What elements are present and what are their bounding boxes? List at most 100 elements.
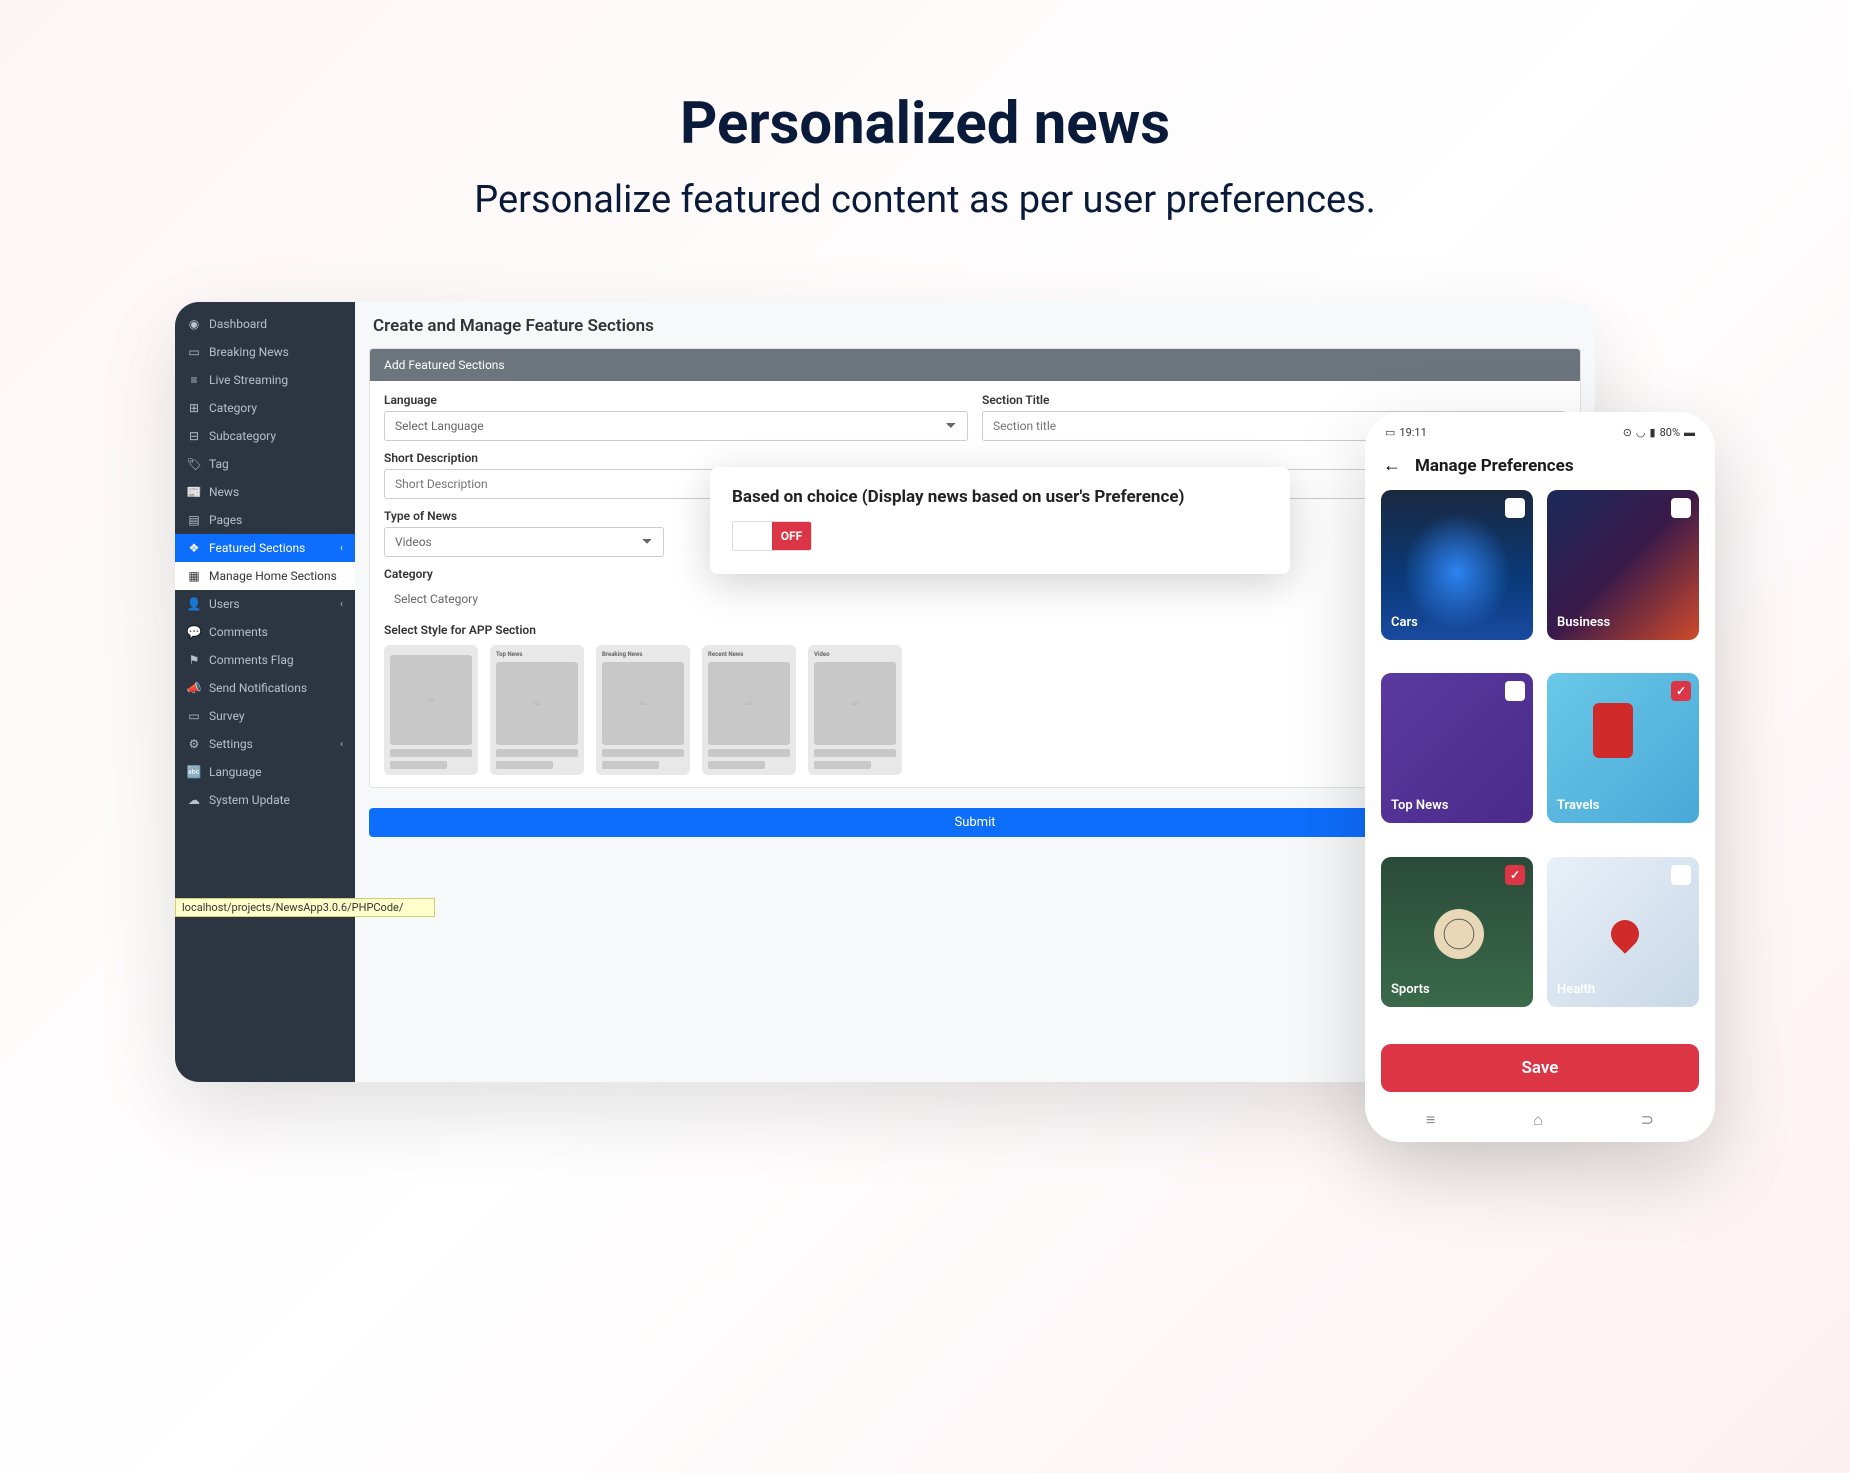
status-bar: ▭19:11 ⊙ ◡ ▮ 80% ▬ bbox=[1377, 426, 1703, 447]
style-option-2[interactable]: Breaking News▭ bbox=[596, 645, 690, 775]
hero-section: Personalized news Personalize featured c… bbox=[0, 0, 1850, 272]
sidebar-icon: ◉ bbox=[187, 317, 201, 331]
sidebar-item-settings[interactable]: ⚙ Settings ‹ bbox=[175, 730, 355, 758]
sidebar-item-label: News bbox=[209, 485, 239, 499]
sidebar-icon: ⚙ bbox=[187, 737, 201, 751]
sidebar-item-label: Comments bbox=[209, 625, 268, 639]
sidebar-item-label: Breaking News bbox=[209, 345, 289, 359]
sidebar-item-label: Survey bbox=[209, 709, 245, 723]
nav-menu-icon[interactable]: ≡ bbox=[1426, 1110, 1435, 1130]
sidebar-item-live-streaming[interactable]: ≡ Live Streaming bbox=[175, 366, 355, 394]
chevron-icon: ‹ bbox=[340, 739, 343, 750]
section-title-label: Section Title bbox=[982, 393, 1566, 407]
tile-checkbox[interactable] bbox=[1505, 498, 1525, 518]
phone-title: Manage Preferences bbox=[1415, 456, 1574, 476]
tile-checkbox[interactable] bbox=[1505, 681, 1525, 701]
wifi-icon: ◡ bbox=[1636, 426, 1646, 439]
sidebar-item-label: Users bbox=[209, 597, 240, 611]
sidebar-item-category[interactable]: ⊞Category bbox=[175, 394, 355, 422]
sidebar-item-label: Pages bbox=[209, 513, 242, 527]
signal-icon: ▮ bbox=[1650, 426, 1656, 439]
tile-label: Business bbox=[1557, 615, 1610, 630]
language-label: Language bbox=[384, 393, 968, 407]
sidebar-item-survey[interactable]: ▭Survey bbox=[175, 702, 355, 730]
tile-label: Sports bbox=[1391, 982, 1430, 997]
sidebar-icon: ☁ bbox=[187, 793, 201, 807]
sidebar-item-manage-home-sections[interactable]: ▦ Manage Home Sections bbox=[175, 562, 355, 590]
sidebar-icon: ▤ bbox=[187, 513, 201, 527]
tile-checkbox[interactable]: ✓ bbox=[1671, 681, 1691, 701]
sidebar-item-send-notifications[interactable]: 📣Send Notifications bbox=[175, 674, 355, 702]
sidebar-icon: ⚑ bbox=[187, 653, 201, 667]
style-option-4[interactable]: Video▭ bbox=[808, 645, 902, 775]
language-select[interactable]: Select Language bbox=[384, 411, 968, 441]
pref-tile-sports[interactable]: ✓ Sports bbox=[1381, 857, 1533, 1007]
sidebar-item-label: Manage Home Sections bbox=[209, 569, 337, 583]
sidebar-item-news[interactable]: 📰 News bbox=[175, 478, 355, 506]
type-select[interactable]: Videos bbox=[384, 527, 664, 557]
save-button[interactable]: Save bbox=[1381, 1044, 1699, 1092]
phone-mockup: ▭19:11 ⊙ ◡ ▮ 80% ▬ ← Manage Preferences … bbox=[1365, 412, 1715, 1142]
sidebar-icon: 👤 bbox=[187, 597, 201, 611]
nav-back-icon[interactable]: ⊃ bbox=[1641, 1110, 1654, 1130]
url-preview: localhost/projects/NewsApp3.0.6/PHPCode/ bbox=[175, 898, 435, 917]
sidebar-item-breaking-news[interactable]: ▭Breaking News bbox=[175, 338, 355, 366]
tile-label: Top News bbox=[1391, 798, 1448, 813]
sidebar-item-tag[interactable]: 🏷Tag bbox=[175, 450, 355, 478]
sidebar-item-label: Subcategory bbox=[209, 429, 276, 443]
sidebar-item-comments-flag[interactable]: ⚑ Comments Flag bbox=[175, 646, 355, 674]
sidebar-item-subcategory[interactable]: ⊟ Subcategory bbox=[175, 422, 355, 450]
sidebar-item-dashboard[interactable]: ◉Dashboard bbox=[175, 310, 355, 338]
status-right: ⊙ ◡ ▮ 80% ▬ bbox=[1623, 426, 1695, 439]
tile-label: Travels bbox=[1557, 798, 1599, 813]
sidebar-item-pages[interactable]: ▤ Pages bbox=[175, 506, 355, 534]
toggle-off-label: OFF bbox=[772, 522, 811, 550]
pref-tile-health[interactable]: Health bbox=[1547, 857, 1699, 1007]
sidebar-icon: 💬 bbox=[187, 625, 201, 639]
tile-checkbox[interactable] bbox=[1671, 865, 1691, 885]
sidebar-icon: ⊟ bbox=[187, 429, 201, 443]
page-title: Create and Manage Feature Sections bbox=[355, 302, 1595, 348]
sidebar-icon: ≡ bbox=[187, 373, 201, 387]
pref-tile-top-news[interactable]: Top News bbox=[1381, 673, 1533, 823]
sidebar-icon: ▦ bbox=[187, 569, 201, 583]
sidebar-item-label: Send Notifications bbox=[209, 681, 307, 695]
pref-tile-cars[interactable]: Cars bbox=[1381, 490, 1533, 640]
alarm-icon: ⊙ bbox=[1623, 426, 1632, 439]
tile-checkbox[interactable] bbox=[1671, 498, 1691, 518]
sidebar-item-system-update[interactable]: ☁ System Update bbox=[175, 786, 355, 814]
sidebar-item-label: System Update bbox=[209, 793, 290, 807]
tile-label: Cars bbox=[1391, 615, 1418, 630]
style-option-3[interactable]: Recent News▭ bbox=[702, 645, 796, 775]
sidebar-item-comments[interactable]: 💬 Comments bbox=[175, 618, 355, 646]
pref-tile-business[interactable]: Business bbox=[1547, 490, 1699, 640]
hero-subtitle: Personalize featured content as per user… bbox=[0, 178, 1850, 222]
chevron-icon: ‹ bbox=[340, 543, 343, 554]
sidebar-item-label: Featured Sections bbox=[209, 541, 305, 555]
card-header: Add Featured Sections bbox=[370, 349, 1580, 381]
nav-home-icon[interactable]: ⌂ bbox=[1533, 1110, 1543, 1130]
sidebar-item-label: Comments Flag bbox=[209, 653, 294, 667]
sidebar-item-label: Language bbox=[209, 765, 262, 779]
sidebar-item-featured-sections[interactable]: ❖ Featured Sections ‹ bbox=[175, 534, 355, 562]
preference-toggle[interactable]: OFF bbox=[732, 521, 812, 551]
phone-nav: ≡ ⌂ ⊃ bbox=[1377, 1100, 1703, 1132]
sidebar-item-label: Live Streaming bbox=[209, 373, 288, 387]
style-option-0[interactable]: ▭ bbox=[384, 645, 478, 775]
sidebar-icon: 🔤 bbox=[187, 765, 201, 779]
sidebar-item-label: Settings bbox=[209, 737, 253, 751]
chevron-icon: ‹ bbox=[340, 599, 343, 610]
preference-grid: Cars Business Top News ✓ Travels ✓ Sports Healt… bbox=[1377, 490, 1703, 1026]
pref-card-title: Based on choice (Display news based on u… bbox=[732, 487, 1268, 507]
type-label: Type of News bbox=[384, 509, 664, 523]
sidebar-item-users[interactable]: 👤 Users ‹ bbox=[175, 590, 355, 618]
back-icon[interactable]: ← bbox=[1383, 455, 1401, 476]
tile-label: Health bbox=[1557, 982, 1595, 997]
style-option-1[interactable]: Top News▭ bbox=[490, 645, 584, 775]
sidebar-icon: ❖ bbox=[187, 541, 201, 555]
tile-checkbox[interactable]: ✓ bbox=[1505, 865, 1525, 885]
sidebar-item-label: Category bbox=[209, 401, 257, 415]
sidebar-icon: 📰 bbox=[187, 485, 201, 499]
sidebar-item-language[interactable]: 🔤 Language bbox=[175, 758, 355, 786]
pref-tile-travels[interactable]: ✓ Travels bbox=[1547, 673, 1699, 823]
